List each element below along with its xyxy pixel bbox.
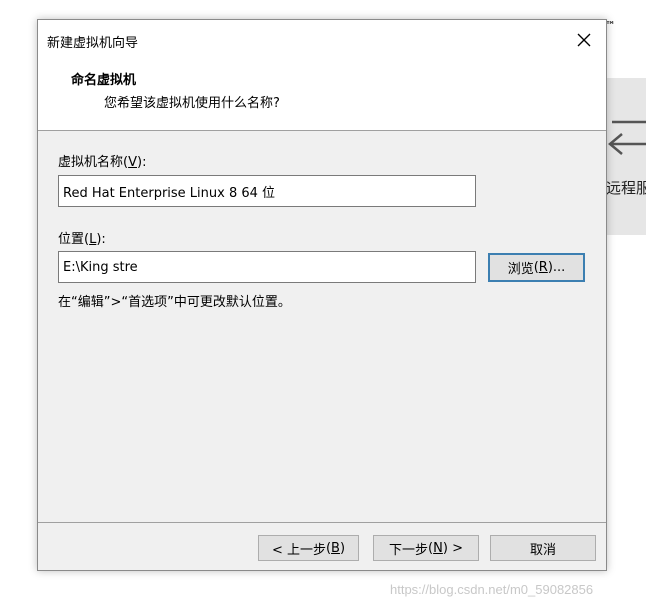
wizard-header: 命名虚拟机 您希望该虚拟机使用什么名称? [38,60,606,131]
location-input[interactable] [58,251,476,283]
transfer-arrows-icon [608,120,646,155]
footer-divider [38,522,606,523]
page-title: 命名虚拟机 [71,73,137,88]
vm-name-input[interactable] [58,175,476,207]
background-remote-label: 远程服 [606,179,646,197]
location-label: 位置(L): [58,232,106,247]
new-vm-wizard-dialog: 新建虚拟机向导 命名虚拟机 您希望该虚拟机使用什么名称? 虚拟机名称(V): 位… [37,19,607,571]
dialog-title: 新建虚拟机向导 [47,36,139,51]
watermark: https://blog.csdn.net/m0_59082856 [390,582,594,597]
vm-name-label: 虚拟机名称(V): [58,155,147,170]
default-location-hint: 在“编辑”>“首选项”中可更改默认位置。 [58,295,291,310]
next-button[interactable]: 下一步(N) > [373,535,479,561]
browse-button[interactable]: 浏览(R)... [488,253,585,282]
back-button[interactable]: < 上一步(B) [258,535,359,561]
page-subtitle: 您希望该虚拟机使用什么名称? [104,96,280,111]
title-bar: 新建虚拟机向导 [38,20,606,60]
cancel-button[interactable]: 取消 [490,535,596,561]
close-button[interactable] [562,20,606,60]
close-icon [577,33,591,47]
